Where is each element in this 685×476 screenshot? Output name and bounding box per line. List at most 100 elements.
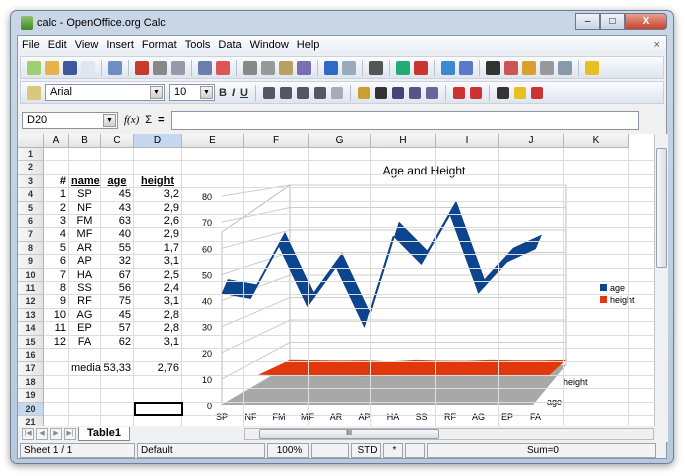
table-cell[interactable]: 1,7 [136,242,179,255]
row-header-9[interactable]: 9 [18,255,44,269]
sort-ascending-icon[interactable] [396,60,410,75]
minimize-button[interactable]: – [575,13,600,30]
prev-sheet-button[interactable]: ◀ [36,428,48,440]
redo-icon[interactable] [342,60,356,75]
page-preview-icon[interactable] [171,60,185,75]
column-header-E[interactable]: E [182,134,244,148]
table-cell[interactable]: MF [71,228,98,241]
status-zoom[interactable]: 100% [267,443,309,458]
table-cell[interactable]: 45 [103,309,131,322]
row-header-10[interactable]: 10 [18,268,44,282]
menu-format[interactable]: Format [142,39,177,51]
close-button[interactable]: X [625,13,667,30]
column-header-H[interactable]: H [371,134,436,148]
horizontal-scroll-thumb[interactable]: III [259,429,439,439]
table-cell[interactable]: AR [71,242,98,255]
table-cell[interactable]: NF [71,202,98,215]
navigator-icon[interactable] [504,60,518,75]
standard-format-icon[interactable] [391,86,404,99]
table-cell[interactable]: 1 [46,188,66,201]
styles-icon[interactable] [27,85,41,100]
align-right-icon[interactable] [296,86,309,99]
autospellcheck-icon[interactable] [216,60,230,75]
close-document-button[interactable]: × [654,39,660,51]
table-cell[interactable]: 2,9 [136,202,179,215]
new-icon[interactable] [27,60,41,75]
align-left-icon[interactable] [262,86,275,99]
table-cell[interactable]: 62 [103,336,131,349]
table-cell[interactable]: 45 [103,188,131,201]
menu-edit[interactable]: Edit [48,39,67,51]
row-header-11[interactable]: 11 [18,282,44,296]
paste-icon[interactable] [279,60,293,75]
chevron-down-icon[interactable]: ▼ [200,86,213,99]
summary-height[interactable]: 2,76 [136,362,179,375]
table-cell[interactable]: 2,5 [136,269,179,282]
table-cell[interactable]: 57 [103,322,131,335]
row-header-4[interactable]: 4 [18,188,44,202]
menu-tools[interactable]: Tools [185,39,211,51]
table-cell[interactable]: FM [71,215,98,228]
table-cell[interactable]: 11 [46,322,66,335]
draw-functions-icon[interactable] [459,60,473,75]
table-cell[interactable]: 2,8 [136,322,179,335]
spellcheck-icon[interactable] [198,60,212,75]
background-color-icon[interactable] [513,86,526,99]
table-cell[interactable]: 75 [103,295,131,308]
menu-window[interactable]: Window [250,39,289,51]
row-header-21[interactable]: 21 [18,416,44,426]
header-cell-num[interactable]: # [46,175,66,188]
table-cell[interactable]: 3,1 [136,336,179,349]
merge-cells-icon[interactable] [330,86,343,99]
chevron-down-icon[interactable]: ▼ [150,86,163,99]
find-replace-icon[interactable] [486,60,500,75]
hyperlink-icon[interactable] [369,60,383,75]
table-cell[interactable]: 10 [46,309,66,322]
row-header-17[interactable]: 17 [18,362,44,376]
datasources-icon[interactable] [540,60,554,75]
column-header-G[interactable]: G [309,134,371,148]
column-header-B[interactable]: B [69,134,101,148]
sum-button[interactable]: Σ [145,114,152,126]
selected-cell-d20[interactable] [134,401,183,416]
column-header-F[interactable]: F [244,134,309,148]
italic-icon[interactable]: I [232,87,235,99]
last-sheet-button[interactable]: ▶| [64,428,76,440]
open-icon[interactable] [45,60,59,75]
bold-icon[interactable]: B [219,87,227,99]
header-cell-name[interactable]: name [71,175,100,188]
row-header-14[interactable]: 14 [18,322,44,336]
table-cell[interactable]: 2,9 [136,228,179,241]
status-selection-mode[interactable]: STD [351,443,381,458]
row-header-5[interactable]: 5 [18,201,44,215]
menu-help[interactable]: Help [297,39,320,51]
column-header-K[interactable]: K [564,134,629,148]
font-name-select[interactable]: Arial ▼ [45,84,165,101]
select-all-corner[interactable] [18,134,44,148]
table-cell[interactable]: 5 [46,242,66,255]
percent-icon[interactable] [374,86,387,99]
row-header-2[interactable]: 2 [18,161,44,175]
name-box[interactable]: D20 ▼ [22,111,118,129]
table-cell[interactable]: 2,8 [136,309,179,322]
row-header-1[interactable]: 1 [18,148,44,162]
zoom-icon[interactable] [558,60,572,75]
delete-decimal-icon[interactable] [425,86,438,99]
table-cell[interactable]: 67 [103,269,131,282]
menu-view[interactable]: View [75,39,99,51]
maximize-button[interactable]: □ [600,13,625,30]
chart-icon[interactable] [441,60,455,75]
table-cell[interactable]: 40 [103,228,131,241]
menu-insert[interactable]: Insert [106,39,134,51]
table-cell[interactable]: 3 [46,215,66,228]
table-cell[interactable]: SS [71,282,98,295]
increase-indent-icon[interactable] [469,86,482,99]
row-header-20[interactable]: 20 [18,402,44,416]
row-header-16[interactable]: 16 [18,349,44,363]
row-header-13[interactable]: 13 [18,308,44,323]
edit-mode-icon[interactable] [108,60,122,75]
table-cell[interactable]: 56 [103,282,131,295]
function-wizard-button[interactable]: f(x) [124,114,139,126]
header-cell-height[interactable]: height [136,175,179,188]
first-sheet-button[interactable]: |◀ [22,428,34,440]
